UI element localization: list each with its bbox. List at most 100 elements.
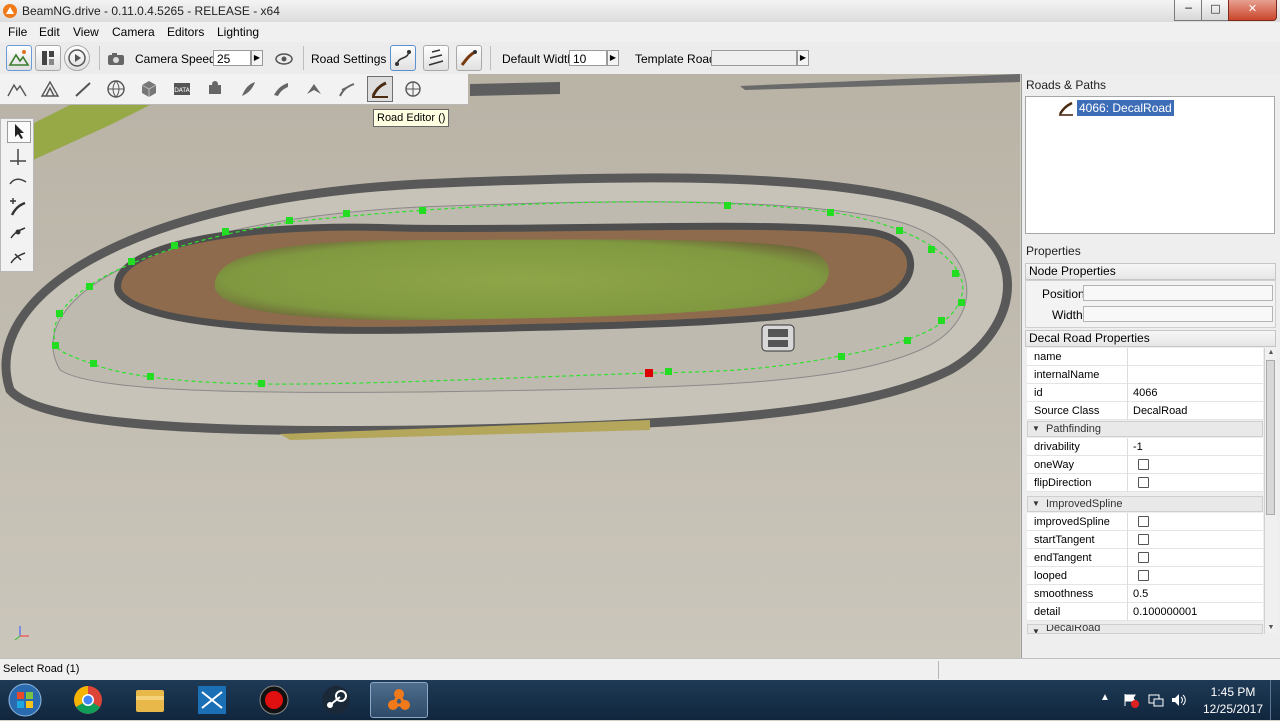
terrain-editor-icon[interactable] — [6, 78, 28, 100]
looped-checkbox[interactable] — [1138, 570, 1149, 581]
flipdirection-checkbox[interactable] — [1138, 477, 1149, 488]
collapse-triangle-icon: ▼ — [1032, 627, 1040, 634]
menu-editors[interactable]: Editors — [167, 25, 204, 39]
close-button[interactable]: ✕ — [1228, 0, 1277, 21]
insert-node-icon[interactable] — [7, 222, 29, 242]
race-track-scene — [0, 74, 1020, 658]
play-icon — [68, 49, 86, 67]
prop-row-name[interactable]: name — [1027, 348, 1263, 366]
improvedspline-group-header[interactable]: ▼ ImprovedSpline — [1027, 496, 1263, 512]
menu-camera[interactable]: Camera — [112, 25, 155, 39]
svg-text:DATA: DATA — [174, 87, 190, 94]
position-field[interactable] — [1083, 285, 1273, 301]
file-explorer-icon — [136, 690, 164, 712]
spline-edit-icon — [428, 49, 444, 66]
network-icon[interactable] — [1147, 692, 1165, 708]
scroll-thumb[interactable] — [1266, 360, 1275, 515]
selected-spline-node — [645, 369, 653, 377]
prop-row-source-class[interactable]: Source Class DecalRoad — [1027, 402, 1263, 420]
brush-icon[interactable] — [72, 78, 94, 100]
explorer-taskbar-button[interactable] — [122, 682, 178, 718]
gui-editor-button[interactable] — [35, 45, 61, 71]
prop-row-internalname[interactable]: internalName — [1027, 366, 1263, 384]
endtangent-checkbox[interactable] — [1138, 552, 1149, 563]
river-editor-icon[interactable] — [303, 78, 325, 100]
prop-row-smoothness[interactable]: smoothness 0.5 — [1027, 585, 1263, 603]
pathfinding-group-header[interactable]: ▼ Pathfinding — [1027, 421, 1263, 437]
beamng-icon — [388, 689, 410, 710]
decalroad-group-header[interactable]: ▼ DecalRoad — [1027, 624, 1263, 634]
scroll-down-arrow-icon[interactable]: ▼ — [1266, 623, 1276, 633]
visibility-eye-icon[interactable] — [274, 51, 294, 67]
shape-editor-icon[interactable] — [402, 78, 424, 100]
world-editor-button[interactable] — [6, 45, 32, 71]
tray-expand-arrow-icon[interactable]: ▲ — [1100, 692, 1110, 703]
decal-editor-icon[interactable] — [204, 78, 226, 100]
chrome-taskbar-button[interactable] — [60, 682, 116, 718]
position-label: Position — [1042, 287, 1085, 301]
forest-editor-icon[interactable] — [237, 78, 259, 100]
spline-select-icon — [395, 50, 411, 66]
terrain-painter-icon[interactable] — [39, 78, 61, 100]
properties-scrollbar[interactable]: ▲ ▼ — [1264, 348, 1277, 634]
datablock-icon[interactable]: DATA — [171, 78, 193, 100]
road-select-tool[interactable] — [390, 45, 416, 71]
select-arrow-tool[interactable] — [7, 121, 31, 143]
scale-tool-icon[interactable] — [7, 172, 29, 192]
object-cube-icon[interactable] — [138, 78, 160, 100]
layout-icon — [42, 51, 54, 65]
road-add-tool[interactable] — [456, 45, 482, 71]
clock-time[interactable]: 1:45 PM — [1203, 685, 1263, 699]
volume-icon[interactable] — [1170, 692, 1188, 708]
template-road-field[interactable] — [711, 50, 797, 66]
play-button[interactable] — [64, 45, 90, 71]
minimize-button[interactable]: ─ — [1174, 0, 1203, 21]
globe-icon[interactable] — [105, 78, 127, 100]
start-orb-icon[interactable] — [6, 682, 44, 718]
maximize-button[interactable]: □ — [1201, 0, 1230, 21]
road-move-tool[interactable] — [423, 45, 449, 71]
prop-row-detail[interactable]: detail 0.100000001 — [1027, 603, 1263, 621]
menu-lighting[interactable]: Lighting — [217, 25, 259, 39]
width-field[interactable] — [1083, 306, 1273, 322]
video-editor-taskbar-button[interactable] — [184, 682, 240, 718]
menu-view[interactable]: View — [73, 25, 99, 39]
steam-icon — [322, 686, 350, 714]
clock-date[interactable]: 12/25/2017 — [1197, 702, 1269, 716]
roads-tree: 4066: DecalRoad — [1025, 96, 1275, 234]
template-road-spinner[interactable]: ▶ — [797, 50, 809, 66]
menu-file[interactable]: File — [8, 25, 27, 39]
prop-row-drivability[interactable]: drivability -1 — [1027, 438, 1263, 456]
menu-edit[interactable]: Edit — [39, 25, 60, 39]
steam-taskbar-button[interactable] — [308, 682, 364, 718]
road-add-icon — [460, 50, 477, 66]
default-width-label: Default Width — [502, 52, 575, 66]
camera-speed-input[interactable]: 25 — [213, 50, 251, 66]
add-node-icon[interactable] — [7, 197, 29, 217]
width-label: Width — [1052, 308, 1083, 322]
left-tool-palette — [0, 118, 34, 272]
beamng-taskbar-button[interactable] — [370, 682, 428, 718]
arrow-cursor-icon — [15, 124, 24, 139]
road-editor-button[interactable] — [367, 76, 393, 102]
camera-icon[interactable] — [106, 51, 126, 67]
oneway-checkbox[interactable] — [1138, 459, 1149, 470]
recorder-taskbar-button[interactable] — [246, 682, 302, 718]
road-tree-item[interactable]: 4066: DecalRoad — [1077, 100, 1174, 116]
show-desktop-button[interactable] — [1270, 680, 1280, 720]
move-tool-icon[interactable] — [7, 147, 29, 167]
default-width-input[interactable]: 10 — [569, 50, 607, 66]
scroll-up-arrow-icon[interactable]: ▲ — [1266, 348, 1276, 358]
window-title: BeamNG.drive - 0.11.0.4.5265 - RELEASE -… — [22, 4, 280, 18]
mesh-road-icon[interactable] — [270, 78, 292, 100]
road-editor-tooltip: Road Editor () — [373, 109, 450, 127]
action-center-flag-icon[interactable] — [1122, 692, 1140, 708]
scene-viewport[interactable] — [0, 74, 1020, 658]
improvedspline-checkbox[interactable] — [1138, 516, 1149, 527]
prop-row-id[interactable]: id 4066 — [1027, 384, 1263, 402]
starttangent-checkbox[interactable] — [1138, 534, 1149, 545]
remove-node-icon[interactable] — [7, 247, 29, 267]
default-width-spinner[interactable]: ▶ — [607, 50, 619, 66]
navmesh-icon[interactable] — [336, 78, 358, 100]
camera-speed-spinner[interactable]: ▶ — [251, 50, 263, 66]
